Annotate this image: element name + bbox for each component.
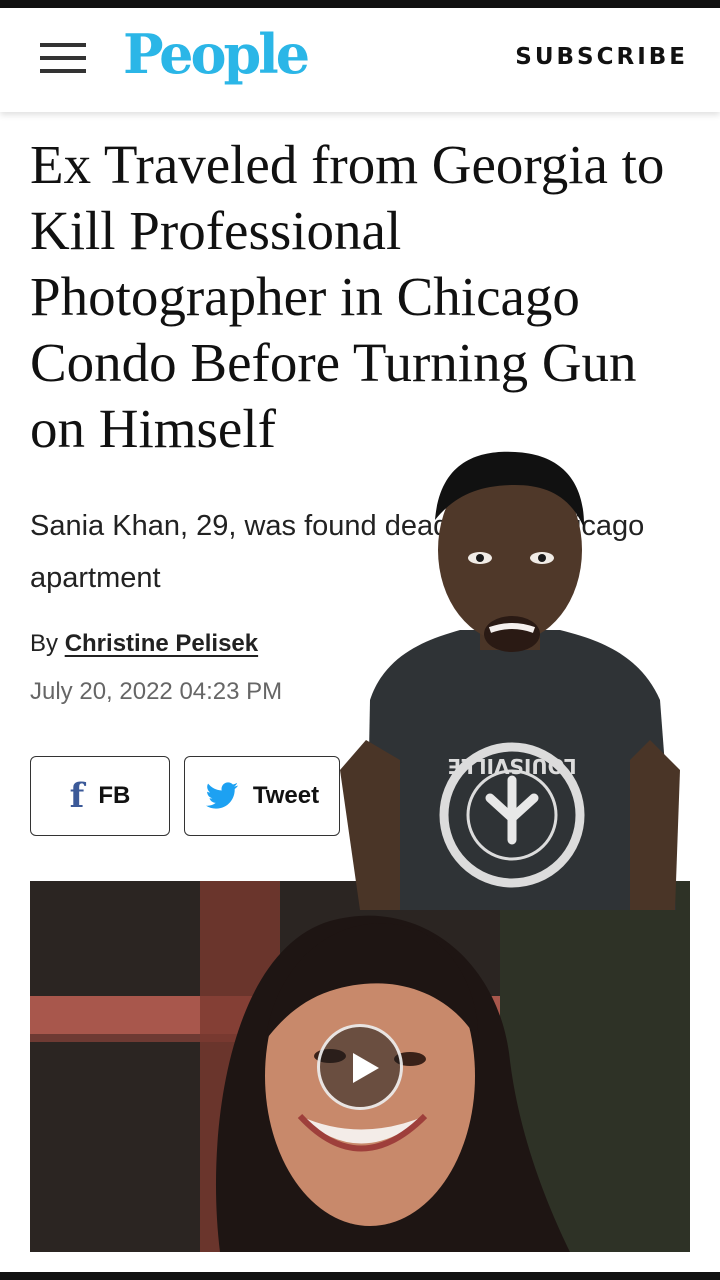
site-header: People SUBSCRIBE [0,8,720,112]
byline-prefix: By [30,630,59,657]
author-link[interactable]: Christine Pelisek [65,630,258,657]
article-headline: Ex Traveled from Georgia to Kill Profess… [30,134,665,459]
tweet-label: Tweet [252,782,320,809]
shirt-text: LOUISVILLE [447,754,576,778]
menu-icon[interactable] [40,43,86,75]
creator-overlay-image: LOUISVILLE [330,440,690,910]
facebook-icon: f [69,776,85,816]
twitter-bird-icon [205,782,238,809]
status-bar [0,0,720,8]
byline: By Christine Pelisek [30,630,258,658]
twitter-share-button[interactable]: Tweet [184,756,340,836]
publish-date: July 20, 2022 04:23 PM [30,678,283,705]
people-logo[interactable]: People [123,22,310,86]
fb-label: FB [98,782,131,809]
bottom-bar [0,1272,720,1280]
subscribe-button[interactable]: SUBSCRIBE [515,44,688,70]
play-button-icon[interactable] [317,1024,403,1110]
facebook-share-button[interactable]: f FB [30,756,170,836]
